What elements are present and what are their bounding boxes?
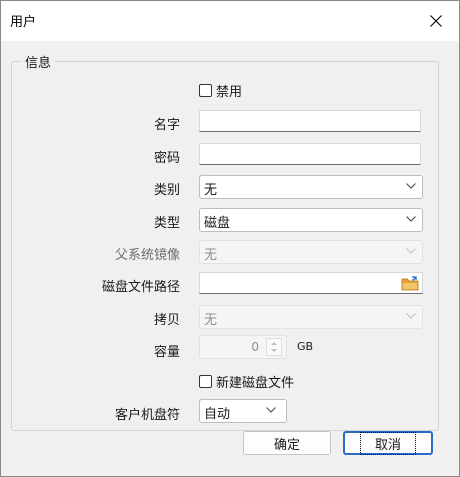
title-bar: 用户 — [1, 1, 459, 41]
stepper-arrows-icon — [271, 342, 277, 352]
chevron-down-icon — [406, 248, 416, 254]
capacity-label: 容量 — [153, 345, 180, 360]
new-disk-checkbox-label: 新建磁盘文件 — [216, 376, 295, 391]
chevron-down-icon — [406, 216, 416, 222]
type-select[interactable]: 磁盘 — [199, 208, 423, 232]
browse-folder-icon[interactable] — [401, 276, 419, 291]
copy-select-value: 无 — [204, 313, 218, 328]
disk-path-input[interactable] — [199, 272, 423, 294]
chevron-down-icon — [406, 183, 416, 189]
category-select[interactable]: 无 — [199, 175, 423, 199]
capacity-stepper — [266, 338, 282, 356]
cancel-button-label: 取消 — [359, 431, 416, 455]
type-label: 类型 — [153, 216, 180, 231]
category-select-value: 无 — [204, 183, 218, 198]
capacity-spinbox: 0 — [199, 335, 287, 359]
client-drive-select[interactable]: 自动 — [199, 399, 287, 423]
category-label: 类别 — [153, 183, 180, 198]
disable-checkbox-box[interactable] — [199, 84, 212, 97]
copy-select: 无 — [199, 305, 423, 329]
name-input[interactable] — [199, 110, 421, 132]
capacity-unit: GB — [297, 340, 314, 353]
client-drive-label: 客户机盘符 — [114, 408, 180, 423]
new-disk-checkbox[interactable]: 新建磁盘文件 — [199, 372, 294, 391]
copy-label: 拷贝 — [153, 313, 180, 328]
dialog-title: 用户 — [10, 15, 37, 30]
close-icon — [430, 15, 442, 27]
password-input[interactable] — [199, 143, 421, 165]
info-group-title: 信息 — [21, 52, 56, 71]
disable-checkbox-label: 禁用 — [216, 85, 243, 100]
ok-button[interactable]: 确定 — [243, 431, 331, 455]
type-select-value: 磁盘 — [204, 216, 231, 231]
parent-image-label: 父系统镜像 — [114, 248, 180, 263]
parent-image-select-value: 无 — [204, 248, 218, 263]
disable-checkbox[interactable]: 禁用 — [199, 81, 242, 100]
name-label: 名字 — [153, 118, 180, 133]
user-dialog: 用户 信息 禁用 名字 密码 类别 无 类型 磁盘 父系统镜像 无 磁盘文件路径… — [0, 0, 460, 477]
new-disk-checkbox-box[interactable] — [199, 375, 212, 388]
parent-image-select: 无 — [199, 240, 423, 264]
password-label: 密码 — [153, 151, 180, 166]
disk-path-label: 磁盘文件路径 — [101, 280, 180, 295]
client-drive-select-value: 自动 — [204, 407, 231, 422]
cancel-button[interactable]: 取消 — [343, 431, 433, 455]
ok-button-label: 确定 — [273, 437, 300, 453]
close-button[interactable] — [413, 1, 459, 41]
chevron-down-icon — [266, 407, 276, 413]
capacity-value: 0 — [251, 340, 259, 354]
chevron-down-icon — [406, 313, 416, 319]
